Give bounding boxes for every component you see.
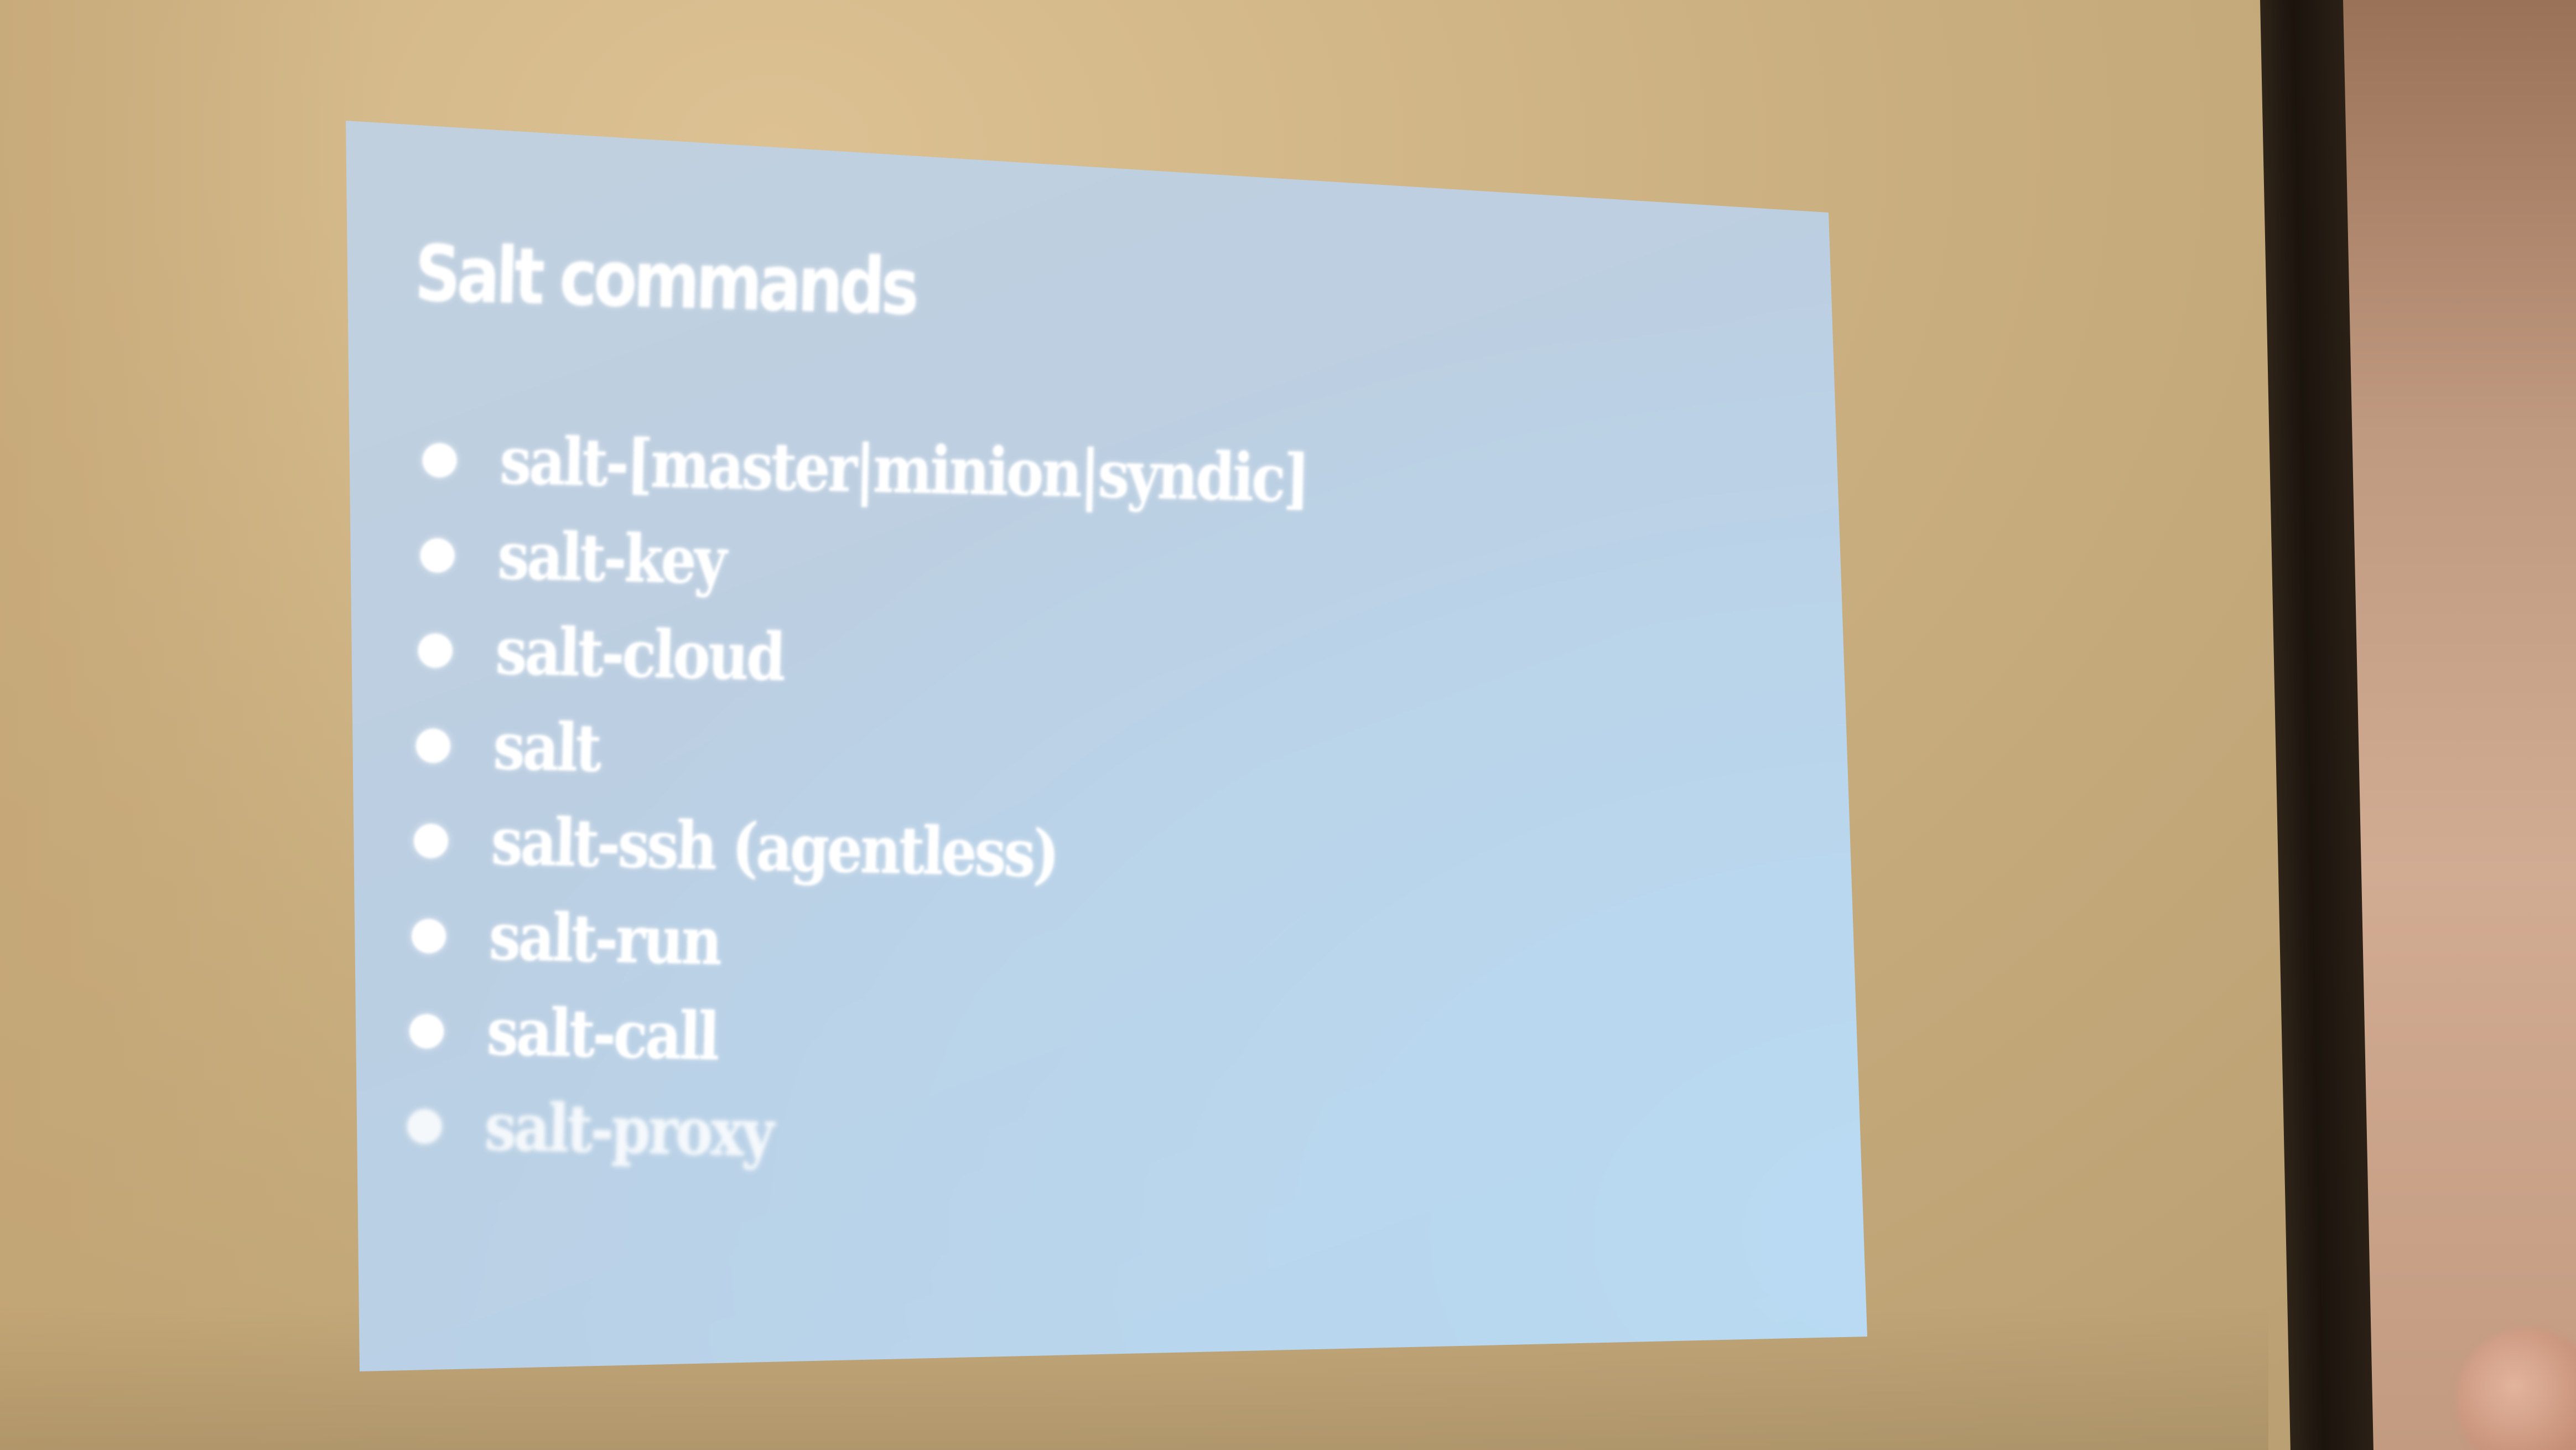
bullet-item: salt-call (408, 993, 718, 1092)
bullet-item: salt-ssh (agentless) (412, 802, 1058, 902)
bullet-icon (409, 1013, 444, 1049)
bullet-text: salt (492, 707, 600, 787)
bullet-icon (407, 1109, 442, 1145)
bullet-item: salt-key (419, 517, 725, 617)
bullet-list: salt-[master|minion|syndic] salt-key sal… (406, 422, 1308, 1188)
bullet-item: salt-proxy (406, 1088, 773, 1188)
bullet-icon (413, 823, 449, 859)
bullet-text: salt-proxy (484, 1088, 773, 1172)
bullet-item: salt-cloud (417, 612, 784, 712)
bullet-text: salt-cloud (495, 612, 785, 696)
bullet-icon (418, 633, 453, 669)
slide-title: Salt commands (413, 229, 917, 333)
bullet-icon (422, 442, 458, 478)
bullet-item: salt-run (411, 898, 721, 997)
bullet-text: salt-call (486, 992, 719, 1075)
bullet-text: salt-[master|minion|syndic] (499, 422, 1309, 517)
bullet-item: salt (414, 707, 600, 807)
bullet-item: salt-[master|minion|syndic] (421, 422, 1308, 521)
bullet-text: salt-ssh (agentless) (490, 802, 1058, 893)
photo-scene: Salt commands salt-[master|minion|syndic… (0, 0, 2576, 1450)
bullet-icon (411, 918, 446, 954)
bullet-text: salt-key (497, 517, 726, 599)
bullet-text: salt-run (488, 897, 721, 980)
bullet-icon (420, 537, 455, 573)
slide-content: Salt commands salt-[master|minion|syndic… (0, 0, 2576, 1450)
bullet-icon (416, 728, 451, 764)
